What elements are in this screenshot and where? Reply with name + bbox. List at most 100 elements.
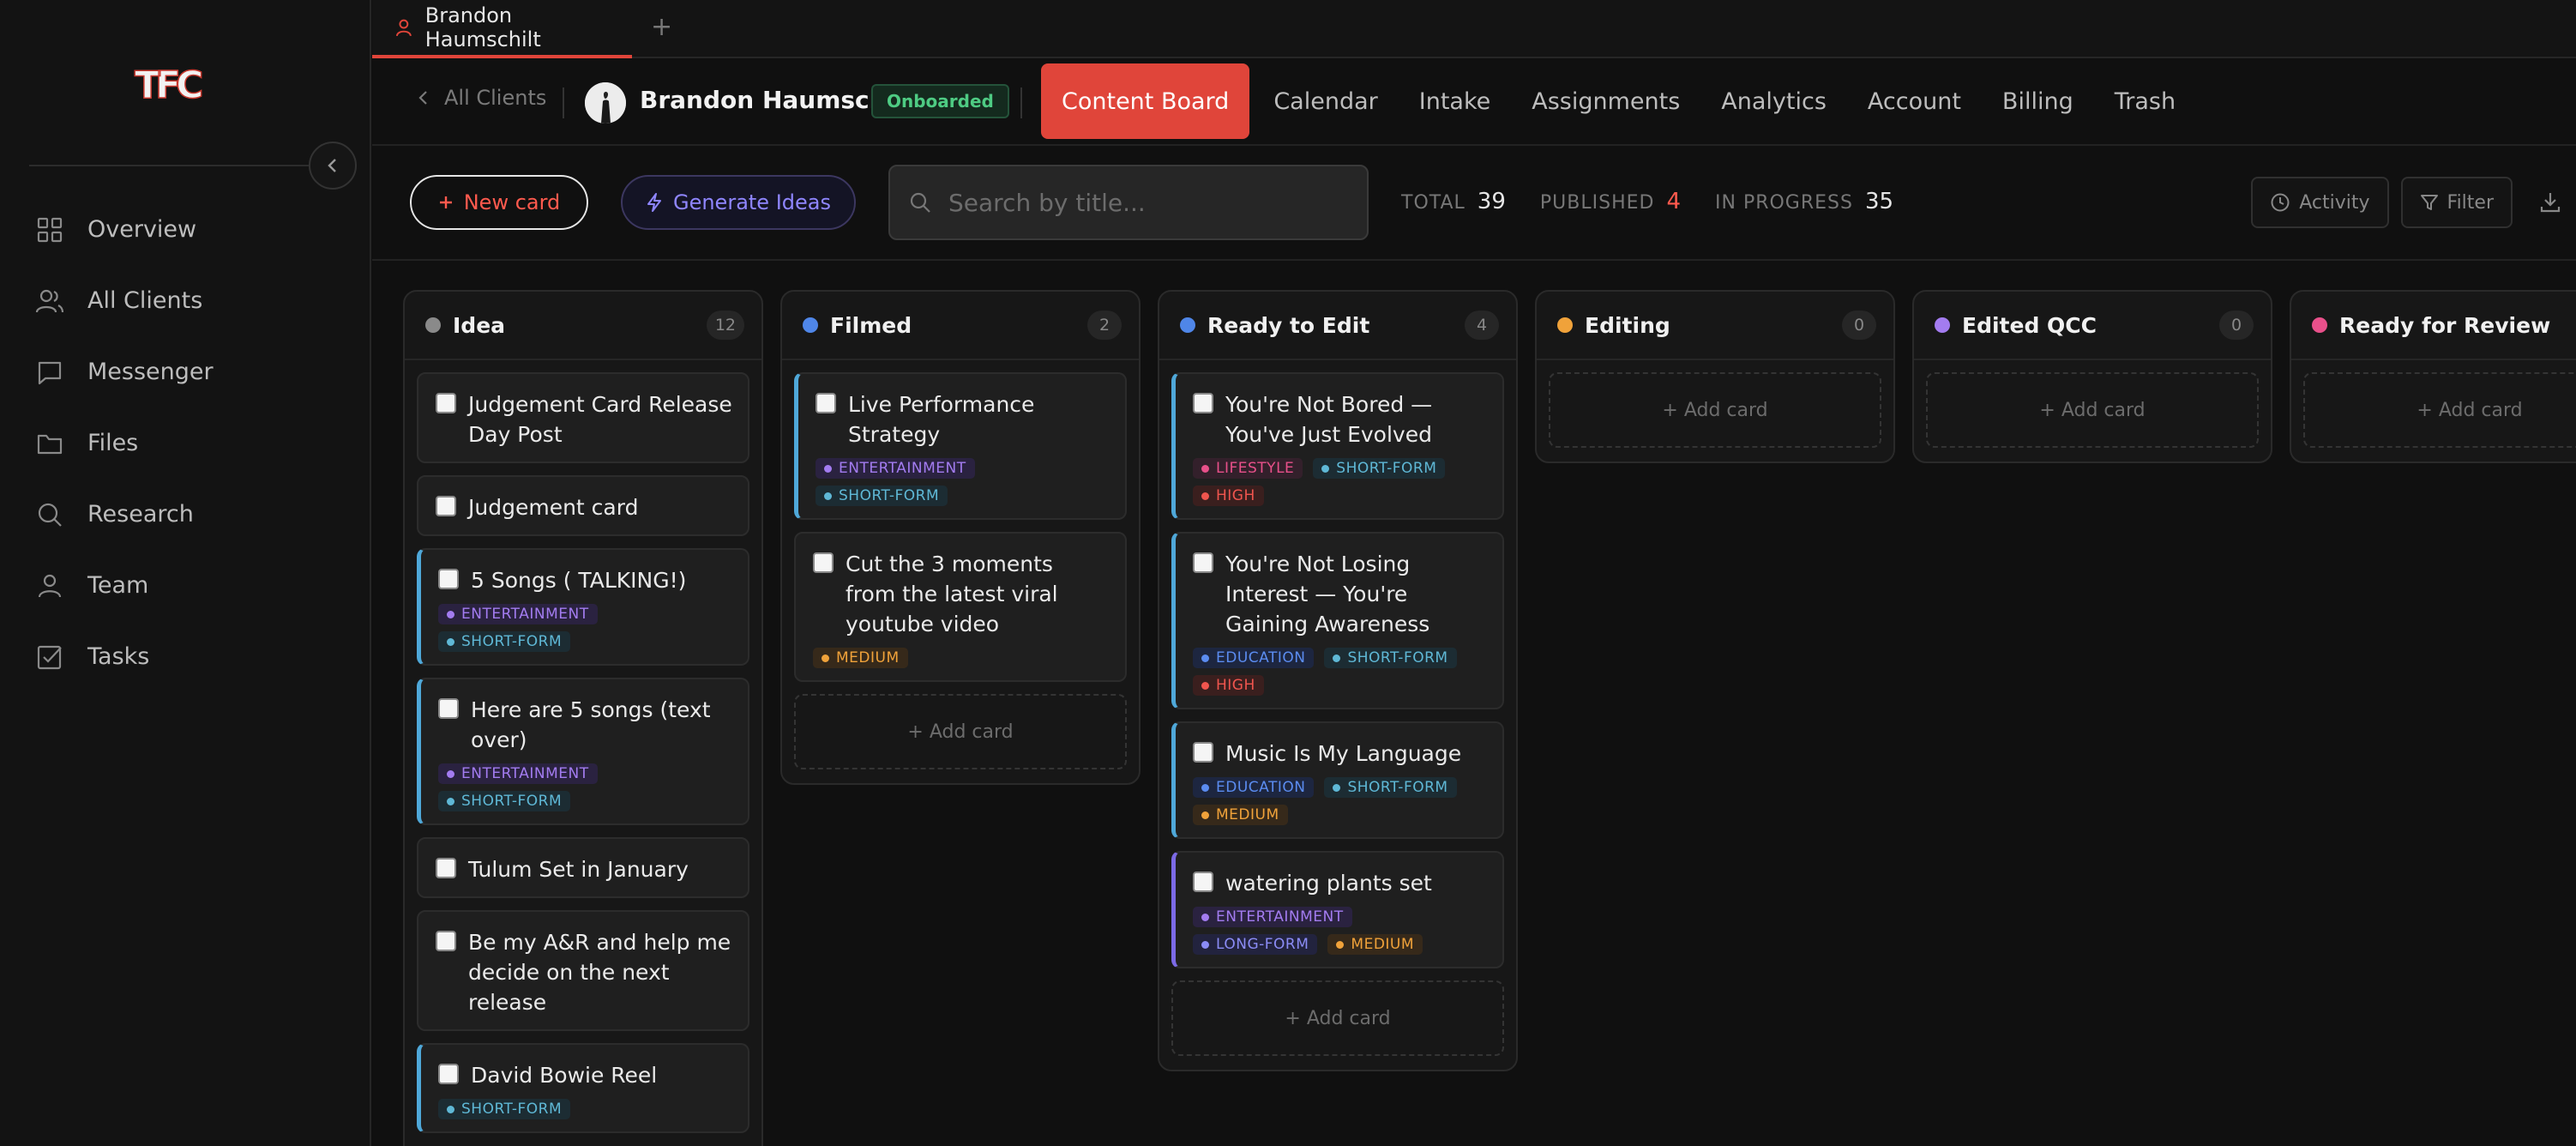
sidebar-item-team[interactable]: Team [34, 550, 360, 621]
content-card[interactable]: Judgement card [417, 475, 749, 536]
column-header: Filmed 2 [782, 292, 1139, 360]
grid-icon [34, 214, 65, 245]
tab-billing[interactable]: Billing [1982, 63, 2094, 139]
tag-high: HIGH [1193, 486, 1264, 506]
stat-published: PUBLISHED 4 [1540, 189, 1681, 214]
sidebar-item-files[interactable]: Files [34, 407, 360, 479]
column-status-dot [1557, 317, 1573, 333]
card-title: Be my A&R and help me decide on the next… [468, 930, 731, 1015]
activity-button[interactable]: Activity [2251, 177, 2389, 228]
sidebar-nav: Overview All Clients Messenger Files Res… [34, 194, 360, 692]
download-button[interactable] [2525, 177, 2576, 228]
activity-label: Activity [2299, 191, 2370, 214]
tag-education: EDUCATION [1193, 777, 1315, 798]
client-header: All Clients Brandon Haumschilt Onboarded… [372, 60, 2576, 146]
card-checkbox[interactable] [438, 1064, 459, 1084]
column-status-dot [803, 317, 818, 333]
card-checkbox[interactable] [438, 569, 459, 589]
collapse-sidebar-button[interactable] [309, 142, 357, 190]
avatar[interactable] [585, 82, 626, 124]
column-count: 12 [706, 311, 744, 340]
download-icon [2540, 193, 2561, 213]
content-card[interactable]: You're Not Bored — You've Just Evolved L… [1171, 372, 1504, 520]
card-title: Judgement card [468, 495, 639, 520]
card-checkbox[interactable] [1193, 872, 1213, 892]
search-bar [888, 165, 1369, 240]
card-checkbox[interactable] [813, 552, 834, 573]
tab-analytics[interactable]: Analytics [1700, 63, 1847, 139]
stat-published-value: 4 [1666, 189, 1681, 214]
new-tab-button[interactable]: + [651, 12, 672, 42]
content-card[interactable]: You're Not Losing Interest — You're Gain… [1171, 532, 1504, 709]
back-to-all-clients[interactable]: All Clients [417, 86, 546, 110]
content-card[interactable]: Tulum Set in January [417, 837, 749, 898]
add-card-button[interactable]: + Add card [2303, 372, 2576, 448]
column-ready-for-review: Ready for Review + Add card [2290, 290, 2576, 463]
tab-trash[interactable]: Trash [2094, 63, 2196, 139]
toolbar-actions: Activity Filter [2251, 177, 2576, 228]
column-status-dot [425, 317, 441, 333]
filter-icon [2420, 195, 2438, 210]
card-checkbox[interactable] [436, 931, 456, 951]
add-card-button[interactable]: + Add card [1171, 980, 1504, 1056]
add-card-button[interactable]: + Add card [1549, 372, 1881, 448]
card-checkbox[interactable] [1193, 552, 1213, 573]
add-card-button[interactable]: + Add card [794, 694, 1127, 769]
sidebar-item-research[interactable]: Research [34, 479, 360, 550]
tab-intake[interactable]: Intake [1399, 63, 1512, 139]
header-divider [1020, 87, 1022, 118]
folder-icon [34, 428, 65, 459]
content-card[interactable]: Here are 5 songs (text over) ENTERTAINME… [417, 678, 749, 825]
sidebar-item-label: Research [87, 501, 194, 528]
card-checkbox[interactable] [436, 858, 456, 878]
filter-button[interactable]: Filter [2400, 177, 2513, 228]
content-card[interactable]: Be my A&R and help me decide on the next… [417, 910, 749, 1031]
card-checkbox[interactable] [1193, 393, 1213, 413]
client-tab-label: Brandon Haumschilt [424, 3, 541, 51]
content-card[interactable]: Music Is My Language EDUCATION SHORT-FOR… [1171, 721, 1504, 839]
tab-content-board[interactable]: Content Board [1041, 63, 1250, 139]
card-checkbox[interactable] [438, 698, 459, 719]
card-checkbox[interactable] [436, 496, 456, 516]
tab-account[interactable]: Account [1847, 63, 1982, 139]
sidebar-item-overview[interactable]: Overview [34, 194, 360, 265]
column-status-dot [1935, 317, 1950, 333]
svg-text:TFC: TFC [135, 63, 202, 107]
content-card[interactable]: Cut the 3 moments from the latest viral … [794, 532, 1127, 682]
new-card-button[interactable]: New card [410, 175, 588, 230]
add-card-button[interactable]: + Add card [1926, 372, 2259, 448]
content-card[interactable]: 5 Songs ( TALKING!) ENTERTAINMENT SHORT-… [417, 548, 749, 666]
client-tab[interactable]: Brandon Haumschilt [372, 0, 632, 58]
column-title: Editing [1585, 312, 1670, 338]
search-input[interactable] [948, 188, 1351, 217]
card-checkbox[interactable] [436, 393, 456, 413]
content-card[interactable]: David Bowie Reel SHORT-FORM [417, 1043, 749, 1133]
tag-education: EDUCATION [1193, 648, 1315, 668]
tag-entertainment: ENTERTAINMENT [1193, 907, 1352, 927]
brand-logo[interactable]: TFC [133, 60, 232, 108]
tag-medium: MEDIUM [1327, 934, 1423, 955]
card-checkbox[interactable] [1193, 742, 1213, 763]
tag-lifestyle: LIFESTYLE [1193, 458, 1303, 479]
tab-assignments[interactable]: Assignments [1511, 63, 1700, 139]
sidebar-item-all-clients[interactable]: All Clients [34, 265, 360, 336]
content-card[interactable]: watering plants set ENTERTAINMENT LONG-F… [1171, 851, 1504, 968]
card-title: Judgement Card Release Day Post [468, 392, 732, 447]
sidebar-item-label: Messenger [87, 359, 214, 385]
sidebar: TFC Overview All Clients Messenger Files… [0, 0, 371, 1146]
generate-ideas-button[interactable]: Generate Ideas [621, 175, 856, 230]
content-card[interactable]: Live Performance Strategy ENTERTAINMENT … [794, 372, 1127, 520]
new-card-label: New card [463, 190, 561, 214]
card-checkbox[interactable] [816, 393, 836, 413]
content-card[interactable]: Judgement Card Release Day Post [417, 372, 749, 463]
tag-short-form: SHORT-FORM [1313, 458, 1446, 479]
tag-short-form: SHORT-FORM [438, 631, 571, 652]
sidebar-item-messenger[interactable]: Messenger [34, 336, 360, 407]
chevron-left-icon [328, 159, 336, 172]
tab-calendar[interactable]: Calendar [1253, 63, 1398, 139]
card-title: Cut the 3 moments from the latest viral … [846, 552, 1058, 636]
sidebar-item-tasks[interactable]: Tasks [34, 621, 360, 692]
header-divider [563, 87, 564, 118]
column-edited-qcc: Edited QCC 0 + Add card [1912, 290, 2272, 463]
filter-label: Filter [2447, 191, 2494, 214]
